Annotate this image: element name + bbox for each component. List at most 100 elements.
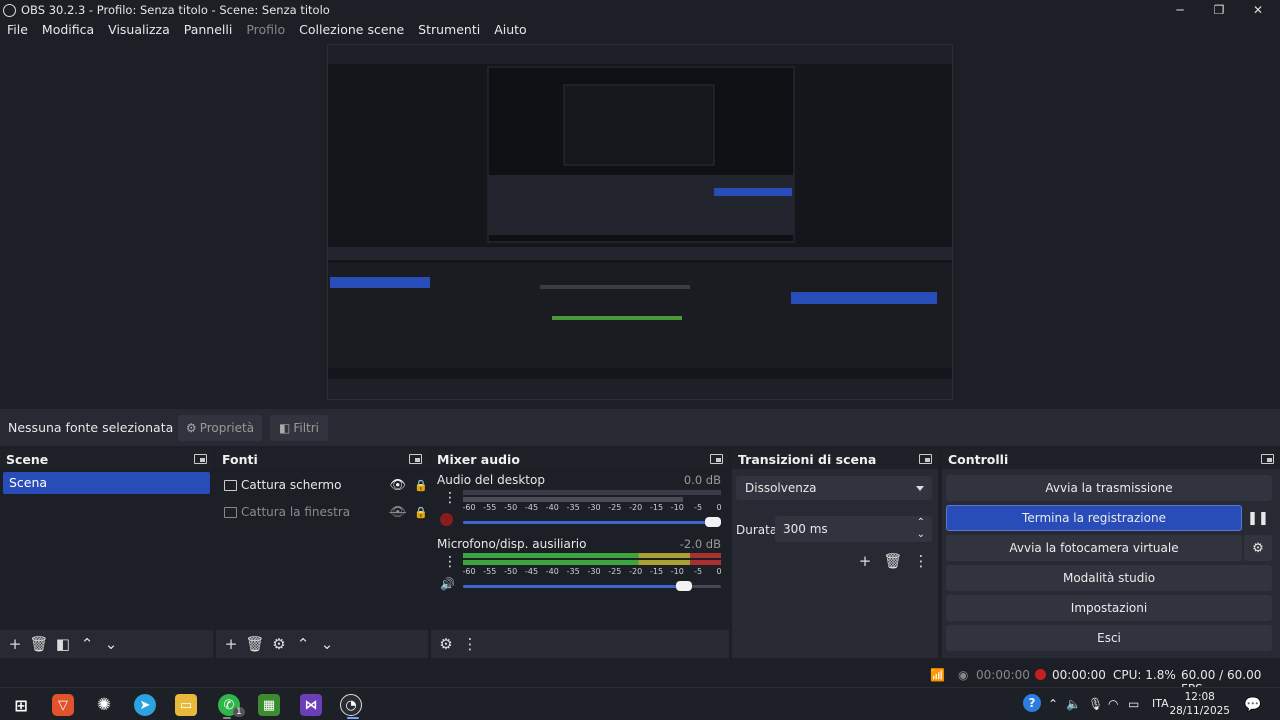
undock-icon[interactable] [1261,454,1274,464]
menu-aiuto[interactable]: Aiuto [494,22,527,37]
monitor-icon [224,479,237,491]
battery-icon[interactable]: ▭ [1128,697,1139,711]
spin-down-icon[interactable]: ⌄ [917,522,925,548]
meter-scale-tick: -40 [545,503,559,512]
mic-tray-icon[interactable]: 🎙 [1088,697,1103,711]
meter-scale-tick: -35 [566,567,580,576]
lock-icon[interactable]: 🔒 [414,506,428,519]
maximize-button[interactable]: ❐ [1199,0,1239,20]
minimize-button[interactable]: ─ [1160,0,1200,20]
meter-scale-tick: -30 [587,567,601,576]
file-explorer-icon[interactable]: ▭ [175,694,197,716]
notification-icon[interactable]: 💬 [1244,697,1261,713]
undock-icon[interactable] [919,454,932,464]
brave-icon[interactable]: ▽ [52,694,74,716]
help-icon[interactable]: ? [1023,694,1041,712]
volume-slider[interactable] [463,581,721,591]
volume-handle[interactable] [705,517,721,527]
add-transition-icon[interactable]: + [856,552,874,570]
lock-icon[interactable]: 🔒 [414,479,428,492]
meter-scale-tick: -20 [629,567,643,576]
telegram-icon[interactable]: ➤ [134,694,156,716]
meter-scale-tick: -20 [629,503,643,512]
source-item[interactable]: Cattura schermo 👁 🔒 [224,474,430,496]
obs-taskbar-icon[interactable]: ◔ [340,694,362,716]
virtual-camera-button[interactable]: Avvia la fotocamera virtuale [946,535,1242,561]
volume-handle[interactable] [675,581,692,591]
whatsapp-badge: 1 [233,707,245,717]
trash-icon[interactable]: 🗑 [883,552,902,570]
minecraft-icon[interactable]: ▦ [258,694,280,716]
channel-name: Audio del desktop [437,473,545,487]
speaker-icon[interactable]: 🔊 [440,577,455,591]
chevron-up-icon[interactable]: ⌃ [1048,697,1058,711]
visual-studio-icon[interactable]: ⋈ [300,694,322,716]
language-indicator[interactable]: ITA [1152,697,1169,710]
stop-recording-button[interactable]: Termina la registrazione [946,505,1242,531]
window-title: OBS 30.2.3 - Profilo: Senza titolo - Sce… [21,3,330,17]
kebab-menu-icon[interactable]: ⋮ [443,555,457,569]
add-source-icon[interactable]: + [222,635,240,653]
undock-icon[interactable] [409,454,422,464]
filter-icon[interactable]: ◧ [54,635,72,653]
preview-area[interactable] [0,40,1280,406]
virtual-camera-settings-button[interactable]: ⚙ [1244,535,1272,561]
pause-recording-button[interactable]: ❚❚ [1244,505,1272,531]
properties-label: Proprietà [199,420,255,435]
transition-select-value: Dissolvenza [745,481,817,495]
chevron-down-icon[interactable]: ⌄ [102,635,120,653]
gear-icon[interactable]: ⚙ [270,635,288,653]
chevron-up-icon[interactable]: ⌃ [294,635,312,653]
speaker-muted-icon[interactable] [440,513,453,526]
preview-canvas[interactable] [327,44,953,400]
chevron-up-icon[interactable]: ⌃ [78,635,96,653]
exit-button[interactable]: Esci [946,625,1272,651]
trash-icon[interactable]: 🗑 [245,635,264,653]
taskbar-clock[interactable]: 12:08 28/11/2025 [1169,690,1230,718]
eye-hidden-icon[interactable]: 👁 [389,505,406,520]
meter-scale-tick: -15 [649,567,664,576]
kebab-menu-icon[interactable]: ⋮ [443,491,457,505]
start-stream-button[interactable]: Avvia la trasmissione [946,475,1272,501]
chatgpt-icon[interactable]: ✺ [93,694,115,716]
menu-strumenti[interactable]: Strumenti [418,22,480,37]
transition-select[interactable]: Dissolvenza [736,476,932,500]
kebab-menu-icon[interactable]: ⋮ [461,635,479,653]
eye-icon[interactable]: 👁 [389,478,406,493]
undock-icon[interactable] [710,454,723,464]
source-item[interactable]: Cattura la finestra 👁 🔒 [224,501,430,523]
duration-spinbox[interactable]: 300 ms ⌃ ⌄ [775,516,932,542]
controls-dock: Controlli Avvia la trasmissione Termina … [942,449,1280,658]
meter-scale-tick: -60 [462,567,476,576]
volume-slider[interactable] [463,517,721,527]
trash-icon[interactable]: 🗑 [29,635,48,653]
audio-tray-icon[interactable]: 🔈 [1066,697,1081,711]
kebab-menu-icon[interactable]: ⋮ [912,552,930,570]
studio-mode-button[interactable]: Modalità studio [946,565,1272,591]
windows-start-icon[interactable]: ⊞ [10,694,32,716]
meter-scale-tick: -60 [462,503,476,512]
chevron-down-icon[interactable]: ⌄ [318,635,336,653]
filters-button[interactable]: ◧ Filtri [270,414,328,441]
scenes-title: Scene [6,451,49,467]
menu-modifica[interactable]: Modifica [42,22,94,37]
gears-icon[interactable]: ⚙ [437,635,455,653]
close-button[interactable]: ✕ [1238,0,1278,20]
channel-db: 0.0 dB [683,473,721,487]
status-bar: 📶 ◉ 00:00:00 00:00:00 CPU: 1.8% 60.00 / … [0,661,1280,696]
menu-pannelli[interactable]: Pannelli [184,22,233,37]
meter-scale-tick: -30 [587,503,601,512]
window-icon [224,506,237,518]
menu-visualizza[interactable]: Visualizza [108,22,170,37]
add-scene-icon[interactable]: + [6,635,24,653]
menu-profilo[interactable]: Profilo [246,22,285,37]
menu-collezione-scene[interactable]: Collezione scene [299,22,404,37]
meter-scale-tick: -35 [566,503,580,512]
settings-button[interactable]: Impostazioni [946,595,1272,621]
scene-item[interactable]: Scena [3,472,210,494]
scenes-dock: Scene Scena + 🗑 ◧ ⌃ ⌄ [0,449,213,658]
undock-icon[interactable] [194,454,207,464]
properties-button[interactable]: ⚙ Proprietà [178,414,262,441]
menu-file[interactable]: File [7,22,28,37]
wifi-icon[interactable]: ◠ [1108,697,1118,711]
